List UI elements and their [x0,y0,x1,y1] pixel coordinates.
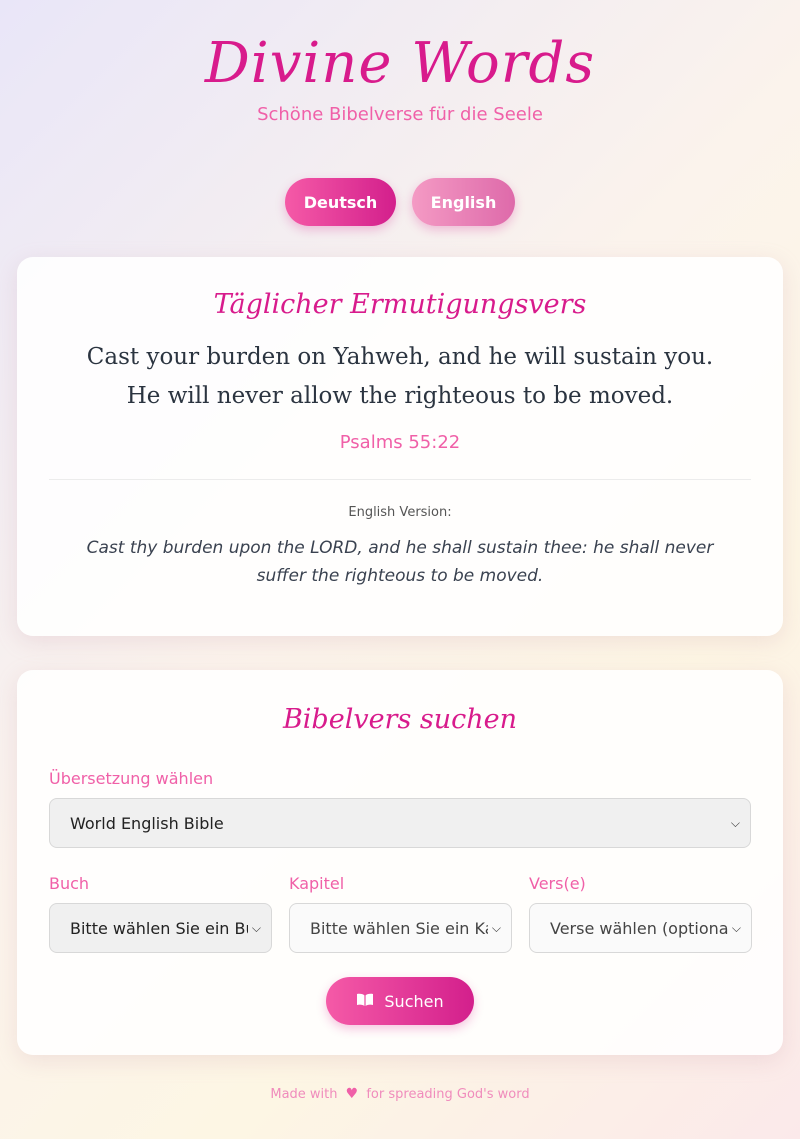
chevron-down-icon: ⌵ [730,815,740,830]
book-field: Buch Bitte wählen Sie ein Buch ⌵ [49,874,272,953]
translation-label: Übersetzung wählen [49,769,214,788]
book-select[interactable]: Bitte wählen Sie ein Buch ⌵ [49,903,272,953]
heart-icon: ♥ [345,1086,359,1102]
verse-label: Vers(e) [529,874,586,893]
daily-verse-reference: Psalms 55:22 [339,432,461,453]
chapter-label: Kapitel [289,874,345,893]
book-select-value: Bitte wählen Sie ein Buch [70,918,248,938]
daily-verse-card: Täglicher Ermutigungsvers Cast your burd… [17,257,783,636]
verse-field: Vers(e) Verse wählen (optional) ⌵ [529,874,752,953]
footer-suffix: for spreading God's word [366,1087,530,1102]
search-card: Bibelvers suchen Übersetzung wählen Worl… [17,670,783,1055]
search-button-wrap: Suchen [17,977,783,1025]
app-subtitle: Schöne Bibelverse für die Seele [257,104,543,125]
english-version-label: English Version: [348,505,452,520]
app-title: Divine Words [204,31,596,96]
daily-verse-title: Täglicher Ermutigungsvers [213,289,587,320]
translation-select[interactable]: World English Bible ⌵ [49,798,751,848]
divider [49,479,751,480]
chevron-down-icon: ⌵ [251,920,261,935]
chapter-field: Kapitel Bitte wählen Sie ein Kapitel ⌵ [289,874,512,953]
book-label: Buch [49,874,90,893]
language-button-deutsch[interactable]: Deutsch [285,178,396,226]
daily-verse-text: Cast your burden on Yahweh, and he will … [86,344,714,409]
chevron-down-icon: ⌵ [731,920,741,935]
english-version-text: Cast thy burden upon the LORD, and he sh… [86,538,714,586]
search-button-label: Suchen [384,991,444,1011]
book-open-icon [356,992,374,1011]
verse-select-value: Verse wählen (optional) [550,918,728,938]
verse-select[interactable]: Verse wählen (optional) ⌵ [529,903,752,953]
header: Divine Words Schöne Bibelverse für die S… [0,0,800,128]
footer-prefix: Made with [270,1087,338,1102]
language-switcher: Deutsch English [0,178,800,226]
translation-field: Übersetzung wählen World English Bible ⌵ [49,769,751,848]
search-title: Bibelvers suchen [282,704,518,735]
reference-fields: Buch Bitte wählen Sie ein Buch ⌵ Kapitel… [49,874,752,953]
chapter-select[interactable]: Bitte wählen Sie ein Kapitel ⌵ [289,903,512,953]
translation-select-value: World English Bible [70,813,224,833]
language-button-english[interactable]: English [412,178,515,226]
search-button[interactable]: Suchen [326,977,474,1025]
footer: Made with ♥ for spreading God's word [0,1086,800,1102]
chevron-down-icon: ⌵ [491,920,501,935]
chapter-select-value: Bitte wählen Sie ein Kapitel [310,918,488,938]
